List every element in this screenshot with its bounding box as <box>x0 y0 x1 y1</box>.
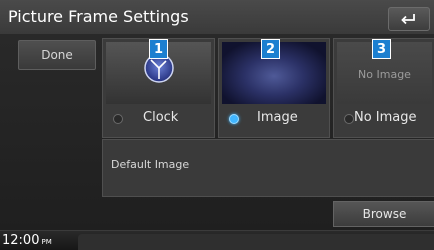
option-number-badge: 2 <box>261 39 280 59</box>
no-image-placeholder-text: No Image <box>358 68 411 81</box>
option-radio-row[interactable]: Clock <box>103 109 214 129</box>
browse-button[interactable]: Browse <box>333 201 434 227</box>
status-time: 12:00 <box>2 233 40 248</box>
done-button[interactable]: Done <box>18 40 96 70</box>
status-tab <box>78 234 434 250</box>
default-image-field: Default Image <box>102 139 434 197</box>
option-radio-row[interactable]: Image <box>219 109 329 129</box>
return-arrow-icon <box>400 13 418 25</box>
option-label: No Image <box>354 110 417 125</box>
status-clock: 12:00 PM <box>2 233 52 248</box>
status-ampm: PM <box>41 238 52 246</box>
radio-indicator <box>344 114 354 124</box>
status-bar: 12:00 PM <box>0 230 434 250</box>
option-clock[interactable]: 1 Clock <box>102 38 215 138</box>
radio-indicator-selected <box>229 114 239 124</box>
option-label: Image <box>257 110 298 125</box>
option-radio-row[interactable]: No Image <box>334 109 434 129</box>
title-bar: Picture Frame Settings <box>0 0 434 34</box>
option-label: Clock <box>143 110 179 125</box>
picture-frame-settings-screen: Picture Frame Settings Done 1 Clock 2 Im… <box>0 0 434 250</box>
option-image[interactable]: 2 Image <box>218 38 330 138</box>
option-no-image[interactable]: No Image 3 No Image <box>333 38 434 138</box>
option-number-badge: 1 <box>149 39 168 59</box>
option-number-badge: 3 <box>372 39 391 59</box>
back-button[interactable] <box>388 7 430 31</box>
page-title: Picture Frame Settings <box>8 7 189 26</box>
default-image-label: Default Image <box>111 158 190 171</box>
radio-indicator <box>113 114 123 124</box>
